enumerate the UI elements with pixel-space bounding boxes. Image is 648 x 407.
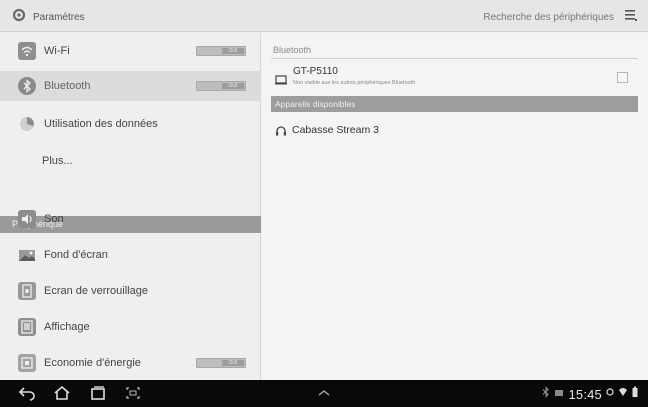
status-area[interactable]: 15:45 (542, 385, 638, 403)
app-title-area[interactable]: Paramètres (12, 8, 85, 27)
device-name: GT-P5110 (293, 66, 338, 77)
sidebar-item-label: Plus... (42, 155, 73, 167)
action-bar: Paramètres Recherche des périphériques (0, 0, 648, 32)
own-device-row[interactable]: GT-P5110 Non visible aux les autres péri… (271, 64, 638, 92)
available-device-item[interactable]: Cabasse Stream 3 (271, 121, 638, 139)
sidebar-item-display[interactable]: Affichage (0, 313, 261, 341)
section-title: Bluetooth (273, 45, 312, 55)
app-title: Paramètres (33, 12, 85, 23)
settings-gear-icon (12, 8, 26, 27)
available-device-name: Cabasse Stream 3 (292, 124, 379, 136)
sidebar-item-label: Wi-Fi (44, 45, 70, 57)
sidebar-item-wifi[interactable]: Wi-Fi OUI (0, 37, 261, 65)
device-visibility-status: Non visible aux les autres périphériques… (293, 80, 416, 86)
available-devices-label: Appareils disponibles (275, 99, 356, 109)
power-saving-toggle[interactable]: OUI (196, 358, 246, 368)
section-divider (271, 58, 638, 59)
lock-screen-icon (18, 282, 36, 300)
clock: 15:45 (568, 386, 602, 402)
sidebar-item-label: Ecran de verrouillage (44, 285, 148, 297)
recent-apps-icon[interactable] (89, 385, 107, 406)
battery-icon (632, 385, 638, 403)
toggle-state: OUI (228, 83, 238, 89)
headphones-icon (275, 124, 287, 142)
sidebar-item-data-usage[interactable]: Utilisation des données (0, 109, 261, 139)
data-usage-icon (18, 115, 36, 133)
sidebar-item-power-saving[interactable]: Economie d'énergie OUI (0, 349, 261, 377)
sidebar-item-label: Economie d'énergie (44, 357, 141, 369)
sidebar-item-more[interactable]: Plus... (0, 147, 261, 175)
sound-icon (18, 210, 36, 228)
sidebar-item-label: Utilisation des données (44, 118, 158, 130)
toggle-state: OUI (228, 48, 238, 54)
wifi-icon (18, 42, 36, 60)
wallpaper-icon (18, 246, 36, 264)
system-navigation-bar: 15:45 (0, 380, 648, 407)
available-devices-header: Appareils disponibles (271, 96, 638, 112)
sidebar-item-label: Affichage (44, 321, 90, 333)
power-saving-icon (18, 354, 36, 372)
screenshot-icon[interactable] (124, 385, 142, 406)
bluetooth-content-pane: Bluetooth GT-P5110 Non visible aux les a… (262, 33, 648, 380)
bluetooth-toggle[interactable]: OUI (196, 81, 246, 91)
alarm-icon (606, 385, 614, 403)
overflow-menu-icon[interactable] (624, 8, 638, 27)
wifi-toggle[interactable]: OUI (196, 46, 246, 56)
tablet-icon (275, 72, 287, 90)
bluetooth-icon (18, 77, 36, 95)
settings-screen: Paramètres Recherche des périphériques W… (0, 0, 648, 407)
sidebar-item-label: Fond d'écran (44, 249, 108, 261)
wifi-signal-icon (618, 385, 628, 403)
sidebar-item-label: Bluetooth (44, 80, 91, 92)
sidebar-item-wallpaper[interactable]: Fond d'écran (0, 241, 261, 269)
settings-sidebar: Wi-Fi OUI Bluetooth OUI Utilisation des … (0, 33, 261, 380)
sidebar-item-label: Son (44, 213, 64, 225)
home-icon[interactable] (53, 385, 71, 406)
back-icon[interactable] (18, 385, 36, 406)
chevron-up-icon[interactable] (316, 386, 332, 405)
bluetooth-status-icon (542, 385, 550, 403)
toggle-state: OUI (228, 360, 238, 366)
scan-devices-button[interactable]: Recherche des périphériques (483, 12, 614, 23)
sidebar-item-lock-screen[interactable]: Ecran de verrouillage (0, 277, 261, 305)
display-icon (18, 318, 36, 336)
notification-icon (554, 385, 564, 403)
visibility-checkbox[interactable] (617, 72, 628, 83)
sidebar-item-sound[interactable]: Son (0, 205, 261, 233)
sidebar-item-bluetooth[interactable]: Bluetooth OUI (0, 71, 261, 101)
